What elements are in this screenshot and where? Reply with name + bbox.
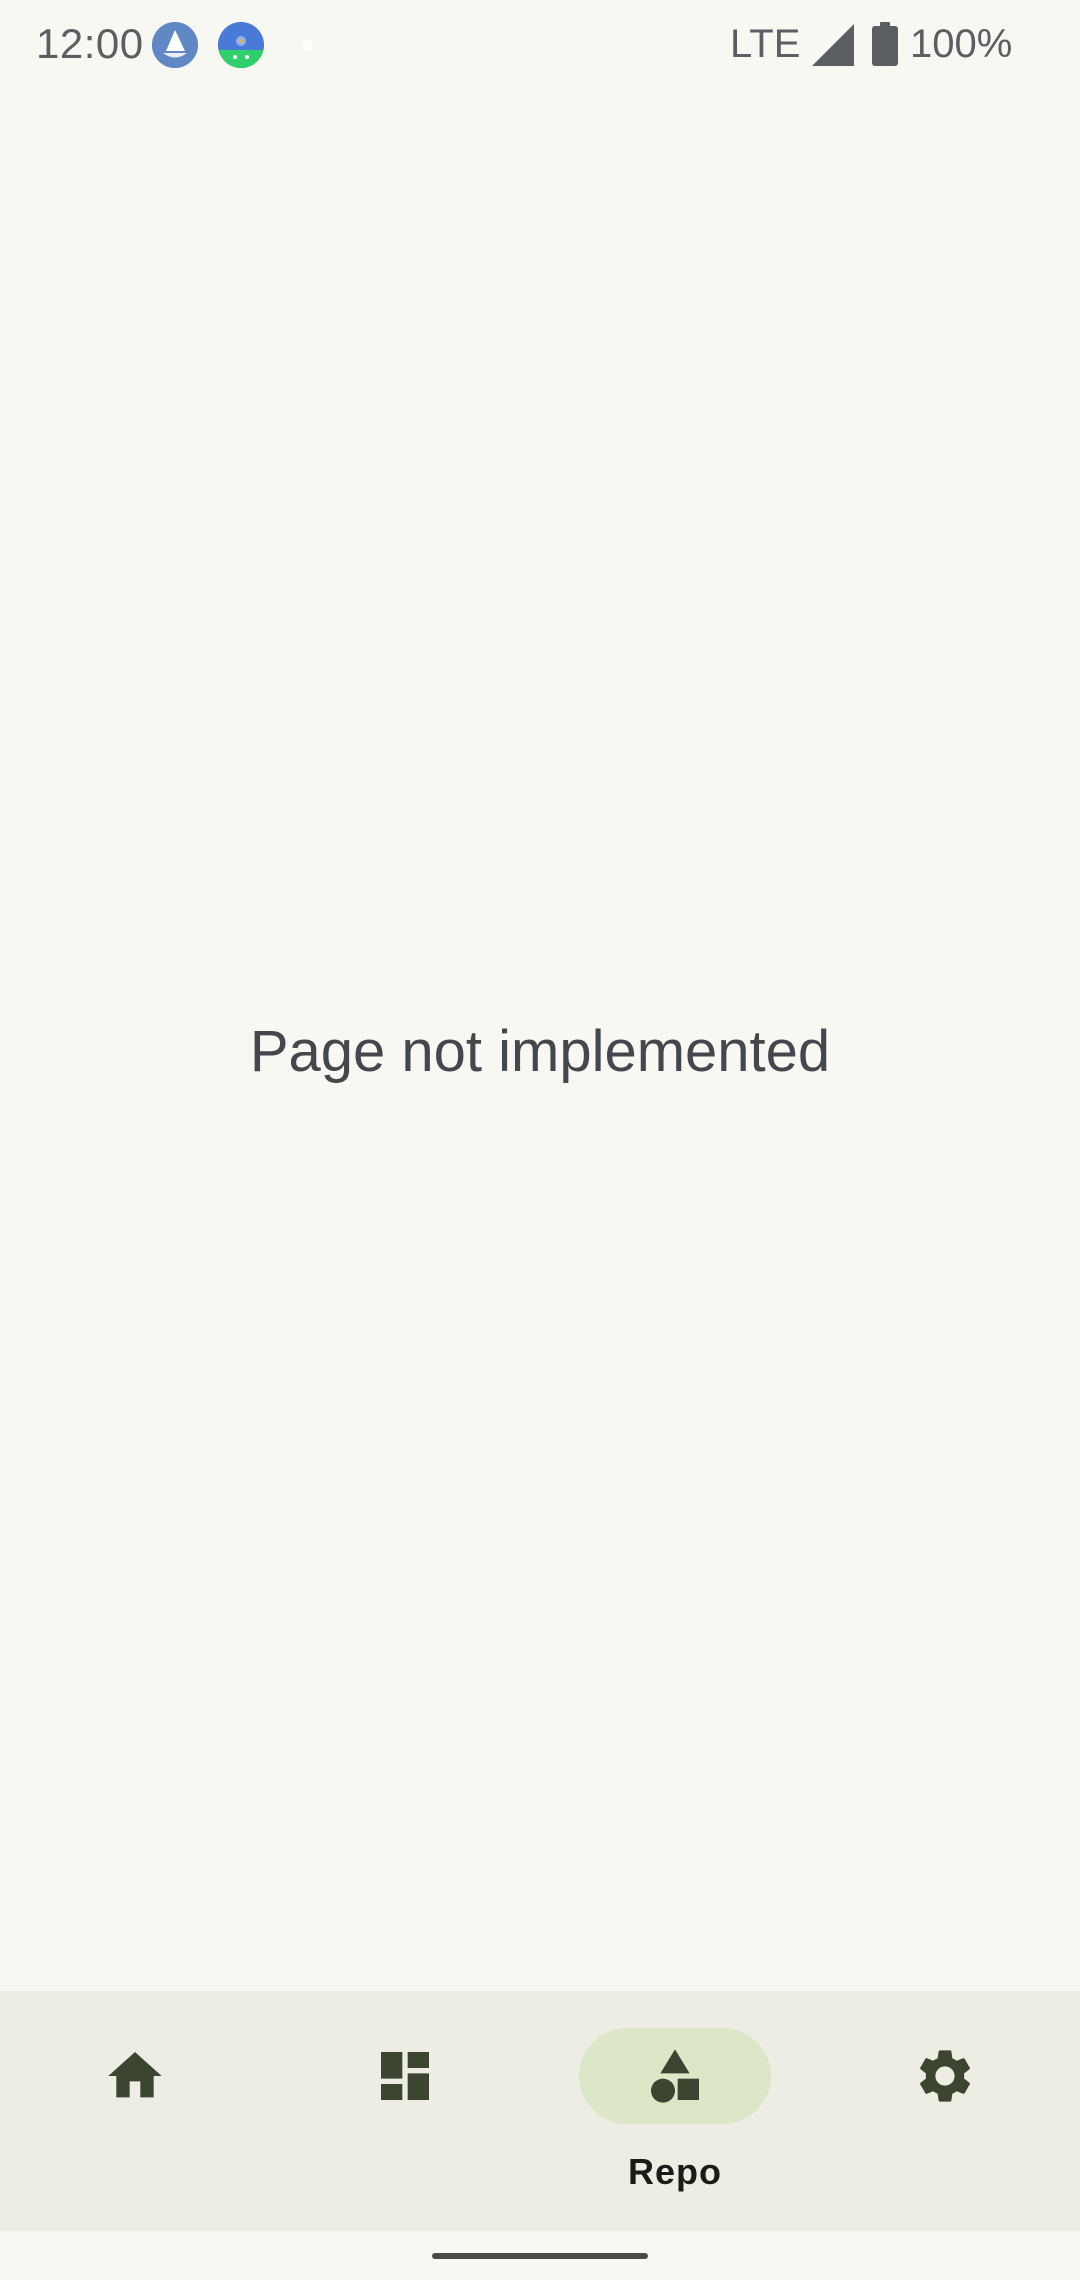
settings-gear-icon (920, 2050, 970, 2102)
nav-item-repo[interactable]: Repo (540, 1991, 810, 2231)
gesture-navigation-area (0, 2231, 1080, 2280)
signal-icon (812, 24, 854, 66)
sailboat-app-icon (152, 22, 198, 68)
home-icon (108, 2052, 162, 2098)
network-type: LTE (730, 22, 801, 66)
nav-active-indicator (579, 2028, 771, 2124)
battery-icon (872, 22, 898, 66)
notification-dot (302, 40, 313, 51)
status-bar: 12:00 LTE 100% (0, 0, 1080, 96)
nav-indicator (849, 2028, 1041, 2124)
nav-label-repo: Repo (628, 2151, 722, 2192)
gesture-handle[interactable] (432, 2253, 648, 2259)
status-time: 12:00 (36, 20, 144, 67)
nav-item-home[interactable] (0, 1991, 270, 2231)
shapes-icon (651, 2049, 699, 2103)
nav-indicator (309, 2028, 501, 2124)
fdroid-app-icon (218, 22, 264, 68)
nav-indicator (39, 2028, 231, 2124)
battery-percent: 100% (910, 22, 1013, 66)
dashboard-icon (381, 2052, 429, 2100)
bottom-navigation-bar: Repo (0, 1991, 1080, 2231)
nav-item-dashboard[interactable] (270, 1991, 540, 2231)
nav-item-settings[interactable] (810, 1991, 1080, 2231)
page-not-implemented-message: Page not implemented (249, 1019, 831, 1084)
